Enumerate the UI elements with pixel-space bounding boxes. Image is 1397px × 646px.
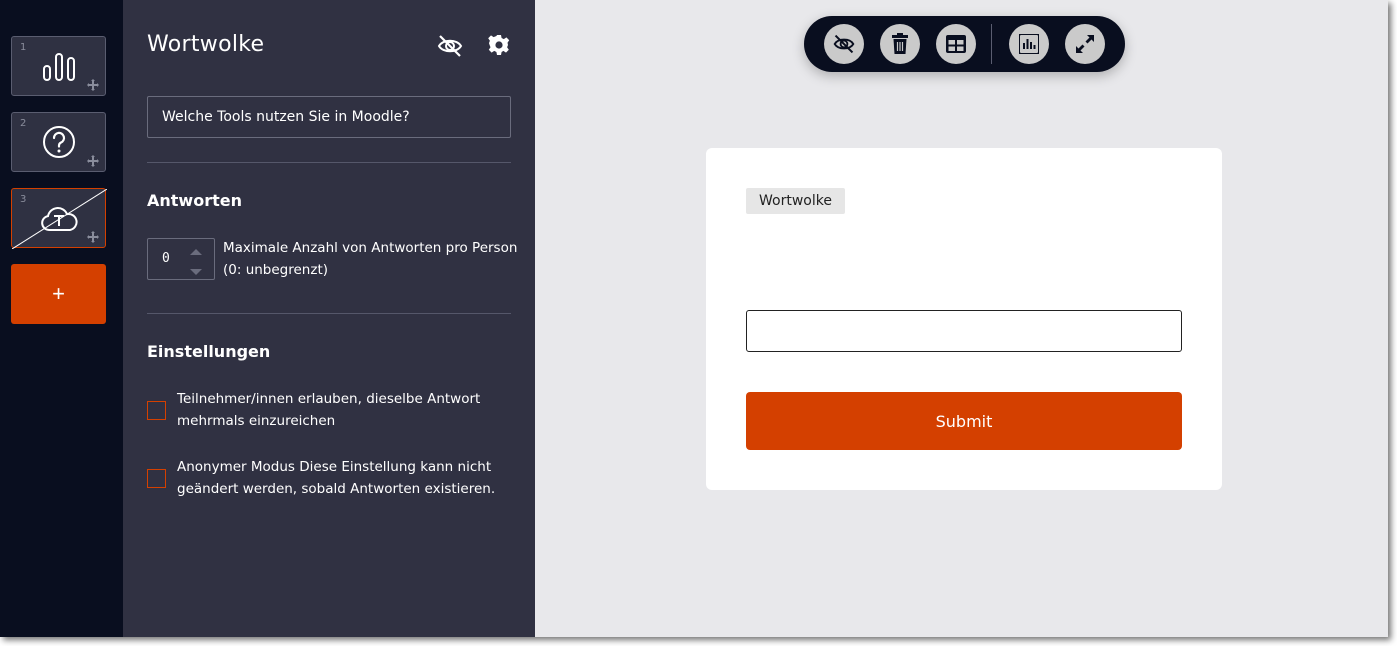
table-view-button[interactable] (936, 24, 976, 64)
slide-number: 1 (20, 42, 27, 53)
question-input[interactable] (147, 96, 511, 138)
divider (147, 162, 511, 163)
slide-type-tag: Wortwolke (746, 188, 845, 214)
caret-up-icon (190, 249, 202, 255)
question-circle-icon (42, 126, 75, 158)
preview-area: Wortwolke Submit (535, 0, 1388, 637)
slide-thumb-2[interactable]: 2 (11, 112, 106, 172)
same-answer-checkbox[interactable] (147, 401, 166, 420)
delete-button[interactable] (880, 24, 920, 64)
stepper-down-button[interactable] (188, 265, 204, 275)
slide-number: 2 (20, 118, 27, 129)
app-window: 1 2 3 + Wortwolke Welche Tools nutzen Si… (0, 0, 1388, 637)
slide-strip: 1 2 3 + (0, 0, 123, 637)
move-handle-icon[interactable] (87, 231, 99, 243)
panel-title: Wortwolke (147, 32, 265, 57)
word-cloud-icon (40, 207, 78, 231)
divider (147, 313, 511, 314)
gear-icon (488, 35, 510, 55)
chart-icon (1019, 34, 1039, 54)
submit-button[interactable]: Submit (746, 392, 1182, 450)
add-slide-button[interactable]: + (11, 264, 106, 324)
bar-chart-icon (42, 53, 75, 81)
toggle-visibility-button[interactable] (824, 24, 864, 64)
move-handle-icon[interactable] (87, 155, 99, 167)
editor-panel: Wortwolke Antworten 0 (123, 0, 535, 637)
settings-heading: Einstellungen (147, 342, 271, 361)
slide-thumb-1[interactable]: 1 (11, 36, 106, 96)
stepper-up-button[interactable] (188, 245, 204, 255)
caret-down-icon (190, 269, 202, 275)
move-handle-icon[interactable] (87, 79, 99, 91)
max-answers-value: 0 (162, 251, 170, 266)
fullscreen-button[interactable] (1065, 24, 1105, 64)
toolbar-separator (991, 24, 992, 64)
answers-heading: Antworten (147, 191, 242, 210)
trash-icon (892, 33, 908, 54)
slide-thumb-3[interactable]: 3 (11, 188, 107, 249)
eye-slash-icon (833, 34, 855, 54)
expand-icon (1076, 35, 1094, 53)
same-answer-label: Teilnehmer/innen erlauben, dieselbe Antw… (177, 391, 481, 429)
preview-card: Wortwolke Submit (706, 148, 1222, 490)
eye-slash-icon (437, 35, 463, 57)
hide-slide-button[interactable] (436, 33, 464, 59)
table-icon (946, 35, 966, 53)
max-answers-label: Maximale Anzahl von Antworten pro Person… (223, 240, 518, 278)
max-answers-stepper[interactable]: 0 (147, 238, 215, 280)
answer-input[interactable] (746, 310, 1182, 352)
anonymous-label: Anonymer Modus Diese Einstellung kann ni… (177, 459, 496, 497)
anonymous-checkbox[interactable] (147, 469, 166, 488)
preview-toolbar (804, 16, 1125, 72)
results-button[interactable] (1009, 24, 1049, 64)
settings-button[interactable] (487, 33, 511, 59)
